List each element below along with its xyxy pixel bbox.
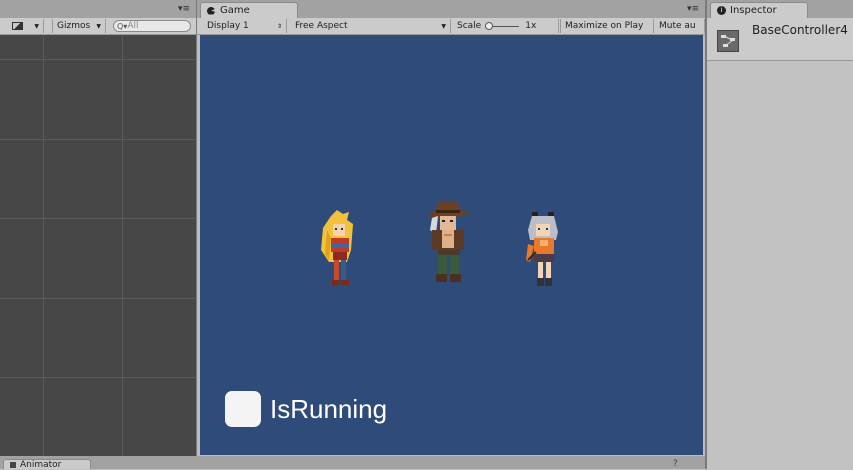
gizmos-label: Gizmos (57, 21, 91, 31)
inspector-header: BaseController4 (707, 18, 853, 61)
chevron-down-icon: ▼ (34, 22, 39, 30)
panel-menu-icon[interactable]: ▾≡ (178, 4, 190, 14)
updown-arrow-icon: ⇕ (276, 22, 282, 30)
cowboy-sprite (428, 202, 470, 282)
panel-menu-icon[interactable]: ▾≡ (687, 4, 699, 14)
inspector-body (707, 61, 853, 469)
display-label: Display 1 (207, 21, 249, 31)
search-input[interactable]: Q▾ All (113, 20, 191, 32)
info-icon: i (717, 6, 726, 15)
display-dropdown[interactable]: Display 1 ⇕ (203, 19, 287, 33)
bottom-tab-bar: Animator ? (0, 456, 705, 470)
maximize-on-play-label: Maximize on Play (565, 21, 644, 31)
maximize-on-play-toggle[interactable]: Maximize on Play (560, 19, 654, 33)
aspect-label: Free Aspect (295, 21, 348, 31)
game-toolbar: Display 1 ⇕ Free Aspect ▼ Scale 1x Maxim… (197, 18, 705, 35)
animator-controller-icon (717, 30, 739, 52)
animator-tab-label: Animator (20, 459, 62, 470)
slider-thumb[interactable] (485, 21, 494, 30)
scene-view[interactable] (0, 35, 196, 456)
isrunning-label: IsRunning (270, 394, 388, 424)
render-mode-dropdown[interactable]: ▼ (8, 19, 44, 33)
blonde-girl-sprite (321, 210, 353, 285)
mute-audio-toggle[interactable]: Mute au (655, 19, 705, 33)
scale-label: Scale (457, 21, 482, 31)
chevron-down-icon: ▼ (96, 22, 101, 30)
help-icon[interactable]: ? (673, 459, 678, 469)
scene-toolbar: ▼ Gizmos ▼ Q▾ All (0, 18, 196, 35)
tab-inspector[interactable]: i Inspector (710, 2, 808, 18)
scale-value: 1x (525, 21, 537, 31)
aspect-dropdown[interactable]: Free Aspect ▼ (291, 19, 451, 33)
silver-hair-girl-sprite (526, 212, 558, 286)
game-tab-bar: Game ▾≡ (197, 0, 705, 18)
isrunning-toggle[interactable] (225, 391, 261, 427)
tab-animator[interactable]: Animator (3, 459, 91, 470)
tab-game[interactable]: Game (200, 2, 298, 18)
pacman-icon (207, 6, 215, 15)
mute-audio-label: Mute au (659, 21, 696, 31)
animator-icon (10, 461, 16, 468)
inspector-tab-label: Inspector (730, 5, 777, 16)
image-icon (12, 22, 23, 30)
search-icon: Q▾ (117, 21, 128, 31)
game-tab-label: Game (220, 5, 250, 16)
scale-slider[interactable] (485, 21, 520, 30)
object-name: BaseController4 (752, 23, 848, 37)
scene-tab-bar: ▾≡ (0, 0, 196, 18)
chevron-down-icon: ▼ (441, 22, 446, 30)
gizmos-dropdown[interactable]: Gizmos ▼ (52, 19, 106, 33)
search-placeholder: All (127, 21, 139, 31)
scale-control: Scale 1x (453, 19, 559, 33)
inspector-tab-bar: i Inspector (707, 0, 853, 18)
